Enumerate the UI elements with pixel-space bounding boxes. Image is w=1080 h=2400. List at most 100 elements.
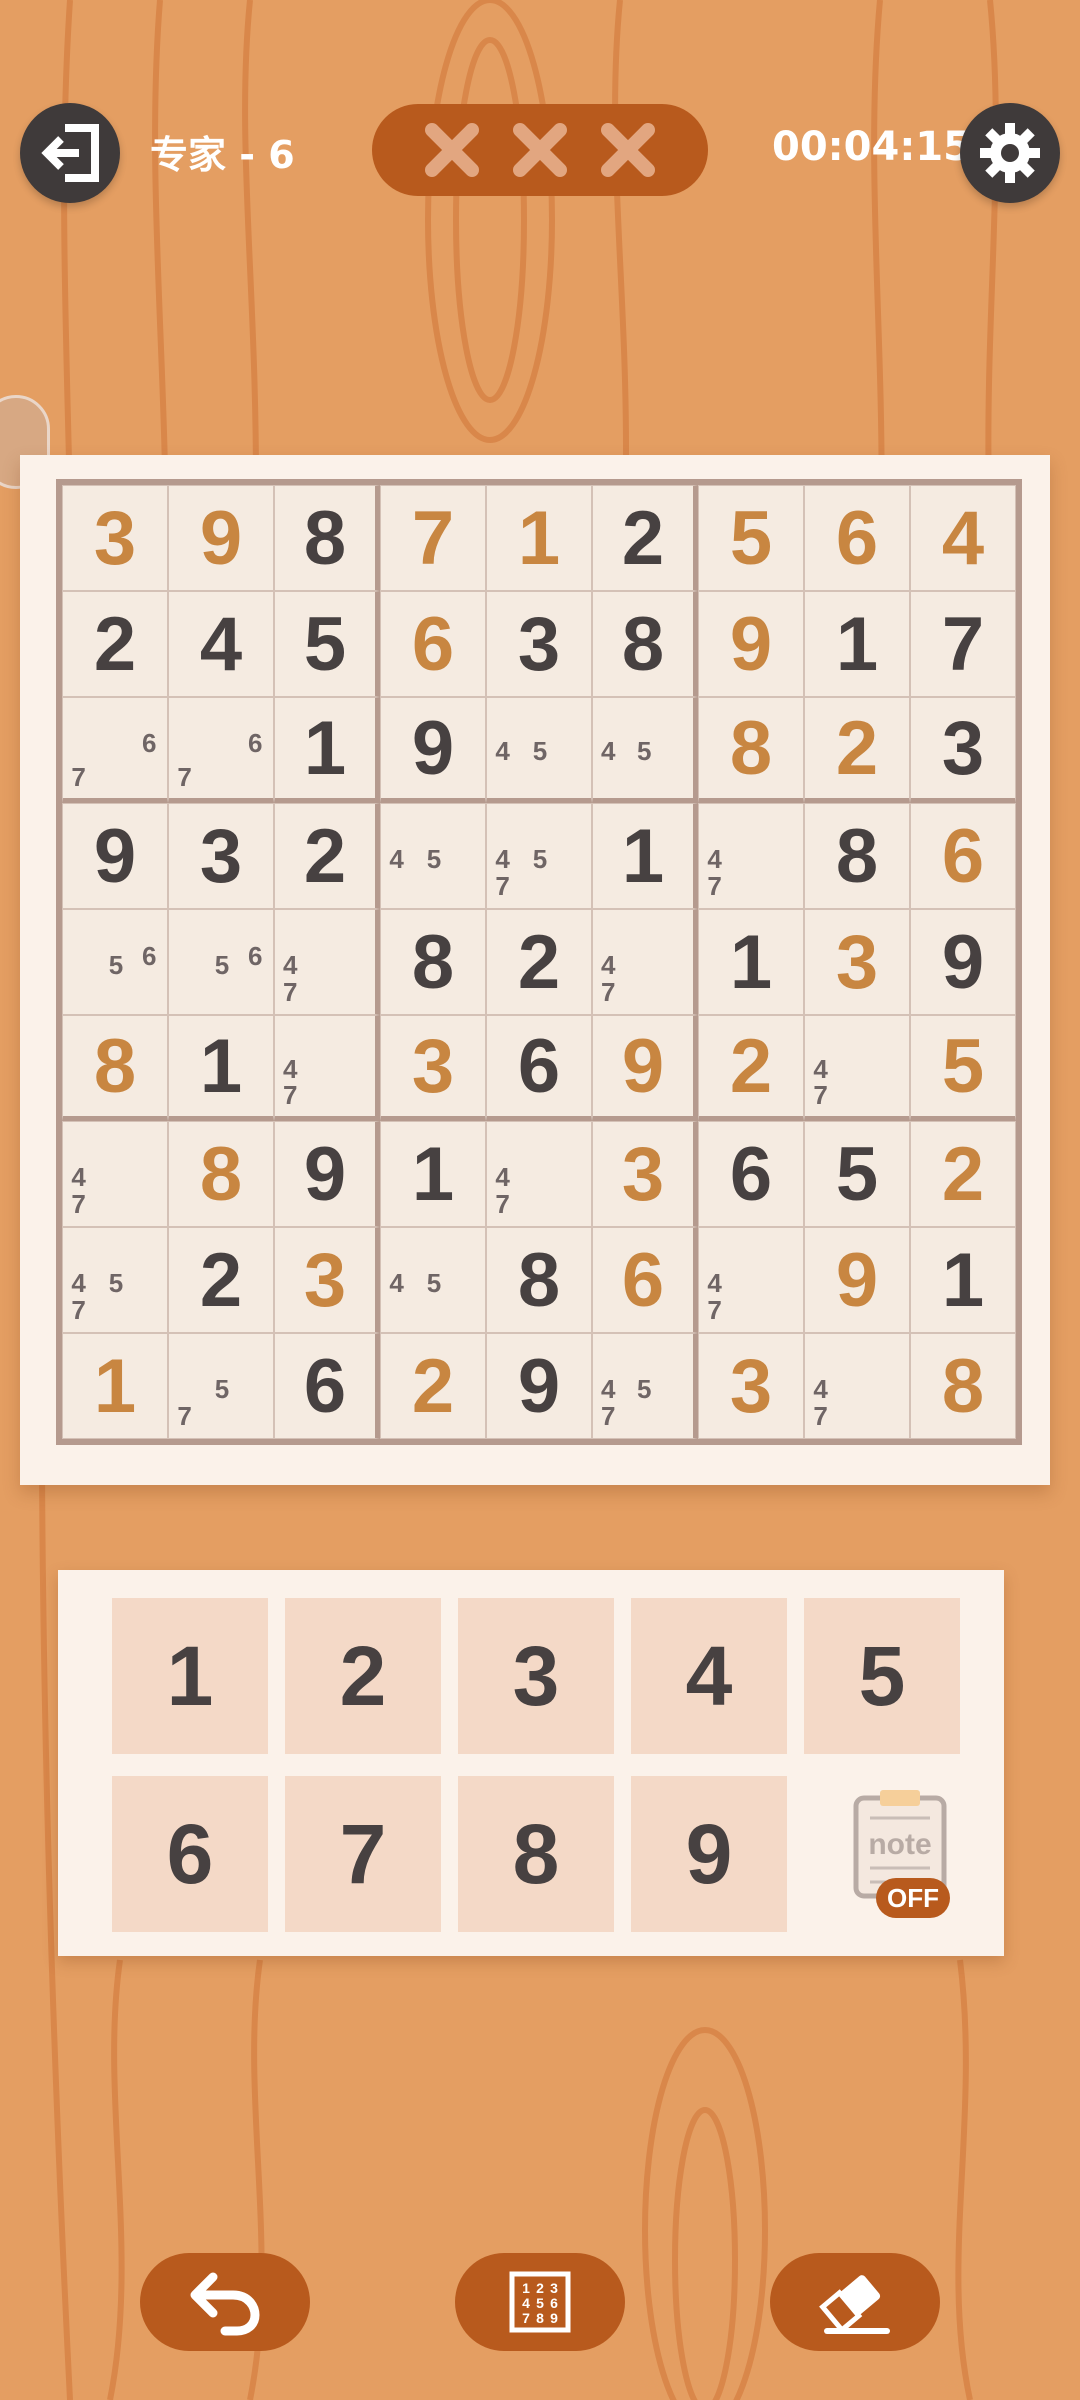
grid-cell[interactable]: 6 [910, 803, 1016, 909]
grid-cell[interactable]: 9 [274, 1121, 380, 1227]
grid-cell[interactable]: 47 [698, 1227, 804, 1333]
grid-cell[interactable]: 3 [698, 1333, 804, 1439]
grid-cell[interactable]: 2 [168, 1227, 274, 1333]
key-1[interactable]: 1 [112, 1598, 268, 1754]
grid-cell[interactable]: 45 [486, 697, 592, 803]
grid-cell[interactable]: 2 [62, 591, 168, 697]
grid-cell[interactable]: 6 [274, 1333, 380, 1439]
grid-cell[interactable]: 47 [804, 1333, 910, 1439]
grid-cell[interactable]: 3 [486, 591, 592, 697]
grid-cell[interactable]: 1 [486, 485, 592, 591]
grid-cell[interactable]: 2 [592, 485, 698, 591]
grid-cell[interactable]: 5 [698, 485, 804, 591]
grid-cell[interactable]: 47 [486, 1121, 592, 1227]
grid-cell[interactable]: 8 [698, 697, 804, 803]
key-4[interactable]: 4 [631, 1598, 787, 1754]
grid-cell[interactable]: 47 [274, 1015, 380, 1121]
grid-cell[interactable]: 6 [486, 1015, 592, 1121]
grid-cell[interactable]: 2 [274, 803, 380, 909]
grid-cell[interactable]: 1 [380, 1121, 486, 1227]
grid-cell[interactable]: 8 [62, 1015, 168, 1121]
grid-cell[interactable]: 2 [486, 909, 592, 1015]
level-label: 专家 - 6 [150, 133, 295, 177]
grid-cell[interactable]: 6 [380, 591, 486, 697]
grid-cell[interactable]: 5 [910, 1015, 1016, 1121]
grid-cell[interactable]: 1 [804, 591, 910, 697]
key-7[interactable]: 7 [285, 1776, 441, 1932]
grid-cell[interactable]: 7 [380, 485, 486, 591]
grid-cell[interactable]: 3 [804, 909, 910, 1015]
grid-cell[interactable]: 4 [910, 485, 1016, 591]
erase-button[interactable] [770, 2253, 940, 2351]
grid-cell[interactable]: 3 [168, 803, 274, 909]
grid-cell[interactable]: 8 [592, 591, 698, 697]
grid-cell[interactable]: 3 [592, 1121, 698, 1227]
cell-digit: 5 [835, 1131, 879, 1217]
grid-cell[interactable]: 9 [380, 697, 486, 803]
grid-cell[interactable]: 8 [168, 1121, 274, 1227]
grid-cell[interactable]: 3 [274, 1227, 380, 1333]
grid-cell[interactable]: 8 [486, 1227, 592, 1333]
grid-cell[interactable]: 9 [486, 1333, 592, 1439]
grid-cell[interactable]: 57 [168, 1333, 274, 1439]
grid-cell[interactable]: 4 [168, 591, 274, 697]
grid-cell[interactable]: 7 [910, 591, 1016, 697]
grid-cell[interactable]: 2 [910, 1121, 1016, 1227]
key-5[interactable]: 5 [804, 1598, 960, 1754]
grid-cell[interactable]: 8 [804, 803, 910, 909]
key-8[interactable]: 8 [458, 1776, 614, 1932]
grid-cell[interactable]: 47 [804, 1015, 910, 1121]
grid-cell[interactable]: 47 [698, 803, 804, 909]
grid-cell[interactable]: 67 [62, 697, 168, 803]
grid-cell[interactable]: 6 [698, 1121, 804, 1227]
cell-digit: 6 [621, 1237, 665, 1323]
grid-cell[interactable]: 9 [592, 1015, 698, 1121]
key-2[interactable]: 2 [285, 1598, 441, 1754]
grid-cell[interactable]: 47 [62, 1121, 168, 1227]
grid-cell[interactable]: 457 [486, 803, 592, 909]
grid-cell[interactable]: 8 [274, 485, 380, 591]
grid-cell[interactable]: 47 [274, 909, 380, 1015]
grid-cell[interactable]: 1 [698, 909, 804, 1015]
exit-button[interactable] [20, 103, 120, 203]
grid-cell[interactable]: 2 [380, 1333, 486, 1439]
grid-cell[interactable]: 1 [62, 1333, 168, 1439]
auto-notes-button[interactable]: 123 456 789 [455, 2253, 625, 2351]
exit-icon [41, 124, 99, 182]
grid-cell[interactable]: 5 [804, 1121, 910, 1227]
grid-cell[interactable]: 56 [168, 909, 274, 1015]
grid-cell[interactable]: 2 [804, 697, 910, 803]
grid-cell[interactable]: 3 [62, 485, 168, 591]
grid-cell[interactable]: 5 [274, 591, 380, 697]
grid-cell[interactable]: 9 [62, 803, 168, 909]
undo-button[interactable] [140, 2253, 310, 2351]
grid-cell[interactable]: 8 [380, 909, 486, 1015]
grid-cell[interactable]: 8 [910, 1333, 1016, 1439]
grid-cell[interactable]: 45 [380, 803, 486, 909]
settings-button[interactable] [960, 103, 1060, 203]
grid-cell[interactable]: 9 [910, 909, 1016, 1015]
key-3[interactable]: 3 [458, 1598, 614, 1754]
grid-cell[interactable]: 45 [592, 697, 698, 803]
grid-cell[interactable]: 9 [168, 485, 274, 591]
grid-cell[interactable]: 1 [910, 1227, 1016, 1333]
grid-cell[interactable]: 1 [592, 803, 698, 909]
grid-cell[interactable]: 1 [168, 1015, 274, 1121]
grid-cell[interactable]: 1 [274, 697, 380, 803]
grid-cell[interactable]: 6 [592, 1227, 698, 1333]
grid-cell[interactable]: 2 [698, 1015, 804, 1121]
grid-cell[interactable]: 457 [592, 1333, 698, 1439]
grid-cell[interactable]: 9 [698, 591, 804, 697]
grid-cell[interactable]: 67 [168, 697, 274, 803]
grid-cell[interactable]: 457 [62, 1227, 168, 1333]
grid-cell[interactable]: 9 [804, 1227, 910, 1333]
grid-cell[interactable]: 56 [62, 909, 168, 1015]
key-9[interactable]: 9 [631, 1776, 787, 1932]
cell-digit: 2 [621, 495, 665, 581]
grid-cell[interactable]: 3 [380, 1015, 486, 1121]
grid-cell[interactable]: 45 [380, 1227, 486, 1333]
grid-cell[interactable]: 47 [592, 909, 698, 1015]
key-6[interactable]: 6 [112, 1776, 268, 1932]
grid-cell[interactable]: 6 [804, 485, 910, 591]
grid-cell[interactable]: 3 [910, 697, 1016, 803]
